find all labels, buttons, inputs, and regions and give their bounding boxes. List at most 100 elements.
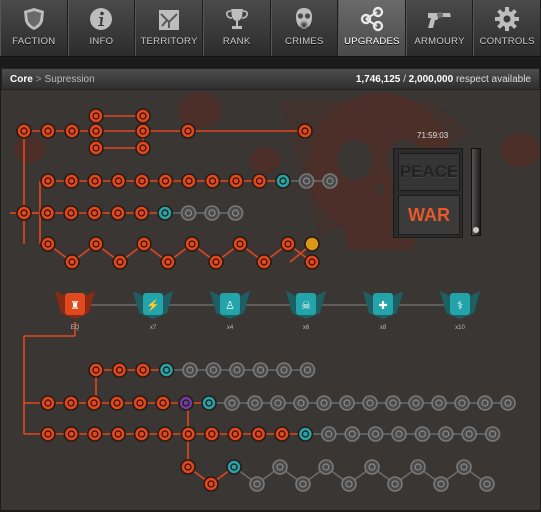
upgrade-node-locked[interactable] [484,426,501,442]
upgrade-node-locked[interactable] [477,395,493,411]
upgrade-node-unlocked[interactable] [87,173,103,189]
upgrade-node-unlocked[interactable] [86,205,103,221]
upgrade-node-locked[interactable] [414,426,431,442]
upgrade-node-unlocked[interactable] [180,426,197,442]
upgrade-node-unlocked[interactable] [135,108,151,124]
upgrade-node-locked[interactable] [205,362,222,378]
upgrade-node-unlocked[interactable] [88,236,104,252]
tab-armoury[interactable]: ARMOURY [405,0,474,56]
upgrade-node-locked[interactable] [295,476,311,492]
upgrade-node-locked[interactable] [247,395,263,411]
peace-button[interactable]: PEACE [398,153,460,191]
upgrade-node-unlocked[interactable] [184,236,200,252]
milestone-firstaid-icon[interactable]: ✚ x8 [363,291,403,331]
upgrade-node-unlocked[interactable] [133,426,150,442]
upgrade-node-locked[interactable] [391,426,407,442]
upgrade-node-unlocked[interactable] [304,254,320,270]
upgrade-node-unlocked[interactable] [64,254,80,270]
upgrade-node-locked[interactable] [322,173,338,189]
upgrade-node-locked[interactable] [500,395,516,411]
upgrade-node-locked[interactable] [431,395,447,411]
tab-controls[interactable]: CONTROLS [473,0,541,56]
upgrade-node-locked[interactable] [293,395,309,411]
upgrade-node-unlocked[interactable] [40,236,56,252]
milestone-bolt-icon[interactable]: ⚡ x7 [133,291,173,331]
upgrade-node-unlocked[interactable] [40,426,56,442]
upgrade-node-unlocked[interactable] [204,173,221,189]
upgrade-node-locked[interactable] [316,395,332,411]
tab-info[interactable]: INFO [67,0,136,56]
upgrade-node-unlocked[interactable] [86,395,102,411]
upgrade-node-locked[interactable] [344,426,361,442]
upgrade-node-unlocked[interactable] [40,123,56,139]
upgrade-node-unlocked[interactable] [274,426,290,442]
upgrade-node-unlocked[interactable] [204,426,220,442]
upgrade-node-unlocked[interactable] [88,123,104,139]
upgrade-node-locked[interactable] [339,395,355,411]
upgrade-node-unlocked[interactable] [88,140,104,156]
upgrade-node-unlocked[interactable] [133,205,150,221]
tab-faction[interactable]: FACTION [0,0,68,56]
upgrade-node-unlocked[interactable] [180,459,196,475]
upgrade-node-unlocked[interactable] [280,236,296,252]
upgrade-node-unlocked[interactable] [250,426,267,442]
upgrade-node-locked[interactable] [410,459,426,475]
upgrade-node-locked[interactable] [437,426,454,442]
upgrade-node-special[interactable] [178,395,194,411]
tab-rank[interactable]: RANK [202,0,271,56]
upgrade-node-unlocked[interactable] [63,395,79,411]
upgrade-node-unlocked[interactable] [88,108,104,124]
upgrade-node-locked[interactable] [387,476,403,492]
milestone-skull-icon[interactable]: ☠ x6 [286,291,326,331]
upgrade-node-unlocked[interactable] [157,426,173,442]
war-slider[interactable] [471,148,481,236]
upgrade-node-unlocked[interactable] [136,236,152,252]
upgrade-node-unlocked[interactable] [109,395,125,411]
tab-territory[interactable]: TERRITORY [135,0,203,56]
war-slider-thumb[interactable] [473,227,479,233]
upgrade-node-unlocked[interactable] [232,236,248,252]
upgrade-node-unlocked[interactable] [63,173,80,189]
upgrade-node-locked[interactable] [461,426,478,442]
upgrade-node-unlocked[interactable] [297,123,313,139]
upgrade-node-locked[interactable] [479,476,495,492]
upgrade-node-locked[interactable] [364,459,380,475]
upgrade-node-unlocked[interactable] [39,205,56,221]
upgrade-node-unlocked[interactable] [203,476,219,492]
upgrade-node-unlocked[interactable] [64,123,80,139]
upgrade-node-unlocked[interactable] [160,254,176,270]
breadcrumb-root[interactable]: Core [10,74,33,85]
upgrade-node-locked[interactable] [433,476,449,492]
upgrade-node-unlocked[interactable] [135,140,151,156]
upgrade-node-locked[interactable] [224,395,240,411]
upgrade-node-locked[interactable] [341,476,357,492]
upgrade-node-unlocked[interactable] [88,362,104,378]
upgrade-node-locked[interactable] [362,395,378,411]
upgrade-node-locked[interactable] [180,205,197,221]
upgrade-node-unlocked[interactable] [227,426,243,442]
upgrade-node-special[interactable] [304,236,320,252]
upgrade-node-available[interactable] [158,362,175,378]
milestone-body-icon[interactable]: ♙ x4 [210,291,250,331]
upgrade-node-unlocked[interactable] [180,123,196,139]
upgrade-node-unlocked[interactable] [208,254,224,270]
upgrade-node-locked[interactable] [320,426,337,442]
upgrade-node-unlocked[interactable] [87,426,103,442]
upgrade-node-unlocked[interactable] [135,362,151,378]
upgrade-node-unlocked[interactable] [40,395,56,411]
upgrade-node-available[interactable] [275,173,291,189]
upgrade-node-locked[interactable] [385,395,401,411]
upgrade-node-locked[interactable] [272,459,288,475]
upgrade-node-unlocked[interactable] [256,254,272,270]
upgrade-node-available[interactable] [157,205,173,221]
upgrade-node-unlocked[interactable] [135,123,151,139]
milestone-tower-icon[interactable]: ♜ EQ [55,291,95,331]
upgrade-node-locked[interactable] [454,395,470,411]
tab-upgrades[interactable]: UPGRADES [338,0,406,56]
upgrade-node-unlocked[interactable] [110,173,127,189]
upgrade-node-unlocked[interactable] [63,426,80,442]
upgrade-node-locked[interactable] [298,173,315,189]
upgrade-node-unlocked[interactable] [63,205,79,221]
upgrade-node-unlocked[interactable] [16,205,32,221]
upgrade-node-locked[interactable] [229,362,245,378]
